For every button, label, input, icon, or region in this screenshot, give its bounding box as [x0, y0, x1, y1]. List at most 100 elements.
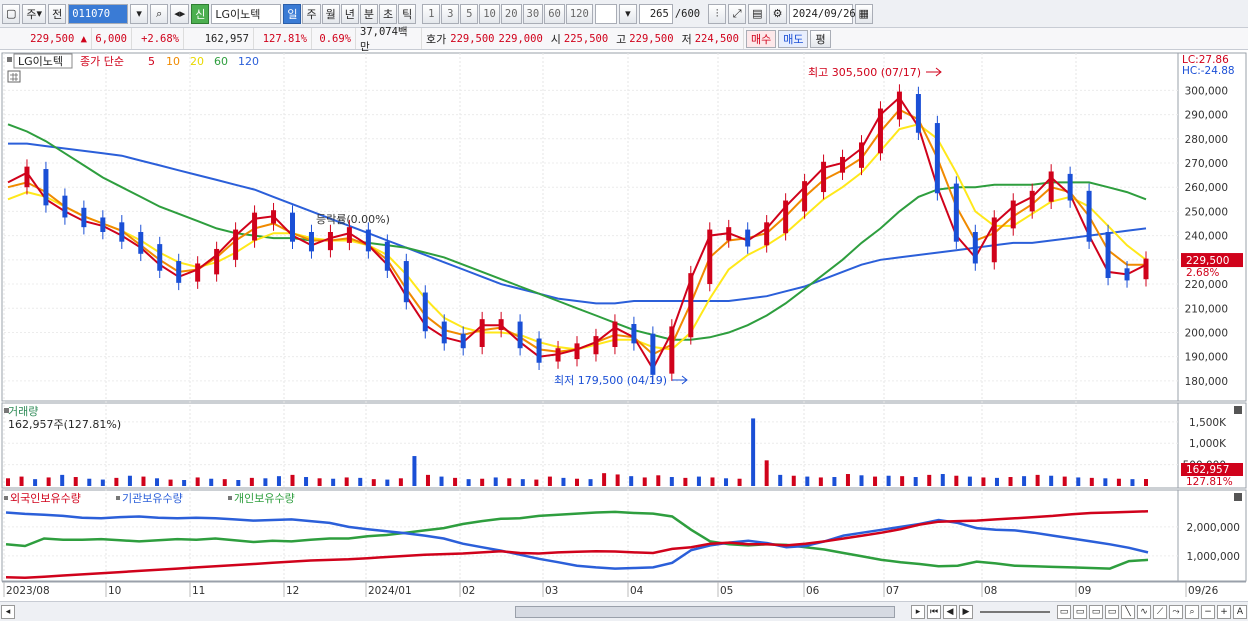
zoom-out-icon[interactable]: − — [1201, 604, 1215, 619]
timeframe-button[interactable]: 틱 — [398, 3, 417, 24]
ma-legend-label: 5 — [148, 55, 155, 68]
draw-line-icon[interactable]: ╲ — [1121, 604, 1135, 619]
gear-icon[interactable]: ⚙ — [768, 3, 787, 24]
x-tick-label: 04 — [630, 585, 644, 597]
interval-input[interactable] — [594, 3, 617, 24]
scroll-left-icon[interactable]: ◂ — [1, 604, 15, 619]
candle-body — [290, 212, 295, 242]
candle-body — [233, 229, 239, 260]
candle-icon[interactable]: ⫶ — [708, 3, 727, 24]
volume-bar — [845, 474, 850, 486]
volume-bullet-icon — [4, 408, 9, 413]
candle-body — [1086, 190, 1092, 242]
avg-button[interactable]: 평 — [810, 29, 831, 48]
volume-bar — [859, 475, 864, 486]
buy-button[interactable]: 매수 — [745, 29, 777, 48]
interval-button[interactable]: 30 — [522, 3, 544, 24]
candle-body — [24, 166, 30, 188]
chart-scrollbar[interactable]: ◂ ▸ ⏮ ◀ ▶ ▭ ▭ ▭ ▭ ╲ ∿ ⟋ ⤳ ⌕ − + A — [0, 601, 1248, 621]
timeframe-button[interactable]: 일 — [283, 3, 302, 24]
interval-button[interactable]: 20 — [500, 3, 522, 24]
scroll-track[interactable] — [20, 605, 906, 618]
volume-bar — [1089, 477, 1094, 486]
sell-button[interactable]: 매도 — [778, 29, 809, 48]
current-price: 229,500 ▲ — [0, 28, 92, 49]
window-d-icon[interactable]: ▭ — [1105, 604, 1119, 619]
timeframe-button[interactable]: 월 — [321, 3, 340, 24]
volume-bar — [764, 460, 769, 486]
draw-free-icon[interactable]: ⤳ — [1169, 604, 1183, 619]
candle-body — [517, 321, 523, 349]
scroll-thumb[interactable] — [515, 605, 895, 618]
quote-bar: 229,500 ▲ 6,000 +2.68% 162,957 127.81% 0… — [0, 26, 1248, 53]
volume-bar — [439, 476, 444, 486]
window-b-icon[interactable]: ▭ — [1073, 604, 1087, 619]
font-size-icon[interactable]: A — [1233, 604, 1247, 619]
count-input[interactable]: 265 — [638, 3, 673, 24]
first-icon[interactable]: ⏮ — [927, 604, 941, 619]
candle-body — [214, 248, 220, 275]
candle-body — [1105, 232, 1111, 278]
interval-button[interactable]: 3 — [441, 3, 460, 24]
window-c-icon[interactable]: ▭ — [1089, 604, 1103, 619]
speaker-icon[interactable]: ◂▸ — [170, 3, 190, 24]
high-price: 고 229,500 — [616, 32, 674, 46]
timeframe-button[interactable]: 주 — [302, 3, 321, 24]
volume-bar — [588, 479, 593, 486]
volume-bar — [724, 478, 729, 486]
prev-button[interactable]: 전 — [48, 3, 67, 24]
prev-icon[interactable]: ◀ — [943, 604, 957, 619]
timeframe-button[interactable]: 분 — [359, 3, 378, 24]
tools-icon[interactable]: ▤ — [748, 3, 767, 24]
interval-dropdown-icon[interactable]: ▾ — [618, 3, 637, 24]
volume-bar — [642, 477, 647, 486]
search-icon[interactable]: ⌕ — [150, 3, 169, 24]
chart-type-icon[interactable]: ⤢ — [728, 3, 747, 24]
date-input[interactable]: 2024/09/26 — [788, 3, 856, 24]
window-a-icon[interactable]: ▭ — [1057, 604, 1071, 619]
interval-button[interactable]: 120 — [565, 3, 593, 24]
zoom-search-icon[interactable]: ⌕ — [1185, 604, 1199, 619]
window-icon[interactable]: ▢ — [2, 3, 21, 24]
volume-bar — [1022, 476, 1027, 486]
zoom-slider[interactable] — [980, 610, 1050, 613]
calendar-icon[interactable]: ▦ — [854, 3, 873, 24]
draw-wave-icon[interactable]: ∿ — [1137, 604, 1151, 619]
period-type-select[interactable]: 주 ▾ — [22, 3, 47, 24]
x-tick-label: 03 — [545, 585, 558, 597]
ma-legend-label: 120 — [238, 55, 259, 68]
period-type-label: 주 — [26, 7, 37, 21]
x-tick-label: 07 — [886, 585, 899, 597]
chart-area[interactable]: 300,000 290,000 280,000 270,000 260,000 250,0… — [0, 51, 1248, 601]
candle-body — [612, 321, 618, 347]
chart-svg[interactable]: 300,000 290,000 280,000 270,000 260,000 250,0… — [0, 51, 1248, 601]
interval-group: 1 3 5 10 20 30 60 120 — [422, 3, 593, 24]
volume-bar — [222, 479, 227, 486]
volume-bar — [818, 477, 823, 486]
candle-body — [498, 319, 504, 331]
volume-bar — [60, 474, 65, 486]
interval-button[interactable]: 1 — [422, 3, 441, 24]
stock-name-field[interactable]: LG이노텍 — [211, 3, 282, 24]
volume-bar — [710, 477, 715, 486]
interval-button[interactable]: 10 — [479, 3, 500, 24]
zoom-in-icon[interactable]: + — [1217, 604, 1231, 619]
volume-bar — [778, 474, 783, 486]
next-icon[interactable]: ▶ — [959, 604, 973, 619]
candle-body — [1010, 200, 1016, 229]
candle-body — [934, 123, 940, 194]
timeframe-button[interactable]: 초 — [378, 3, 398, 24]
volume-bar — [100, 479, 105, 486]
draw-trend-icon[interactable]: ⟋ — [1153, 604, 1167, 619]
interval-button[interactable]: 5 — [460, 3, 479, 24]
low-price: 저 224,500 — [678, 28, 744, 49]
dropdown-icon[interactable]: ▾ — [130, 3, 149, 24]
timeframe-button[interactable]: 년 — [340, 3, 359, 24]
scroll-right-icon[interactable]: ▸ — [911, 604, 925, 619]
stock-code-input[interactable]: 011070 — [68, 3, 129, 24]
volume-bar — [873, 476, 878, 486]
volume-bar — [236, 480, 241, 486]
holding-tick-label: 2,000,000 — [1187, 522, 1240, 534]
price-tick-label: 270,000 — [1185, 158, 1228, 170]
interval-button[interactable]: 60 — [544, 3, 565, 24]
